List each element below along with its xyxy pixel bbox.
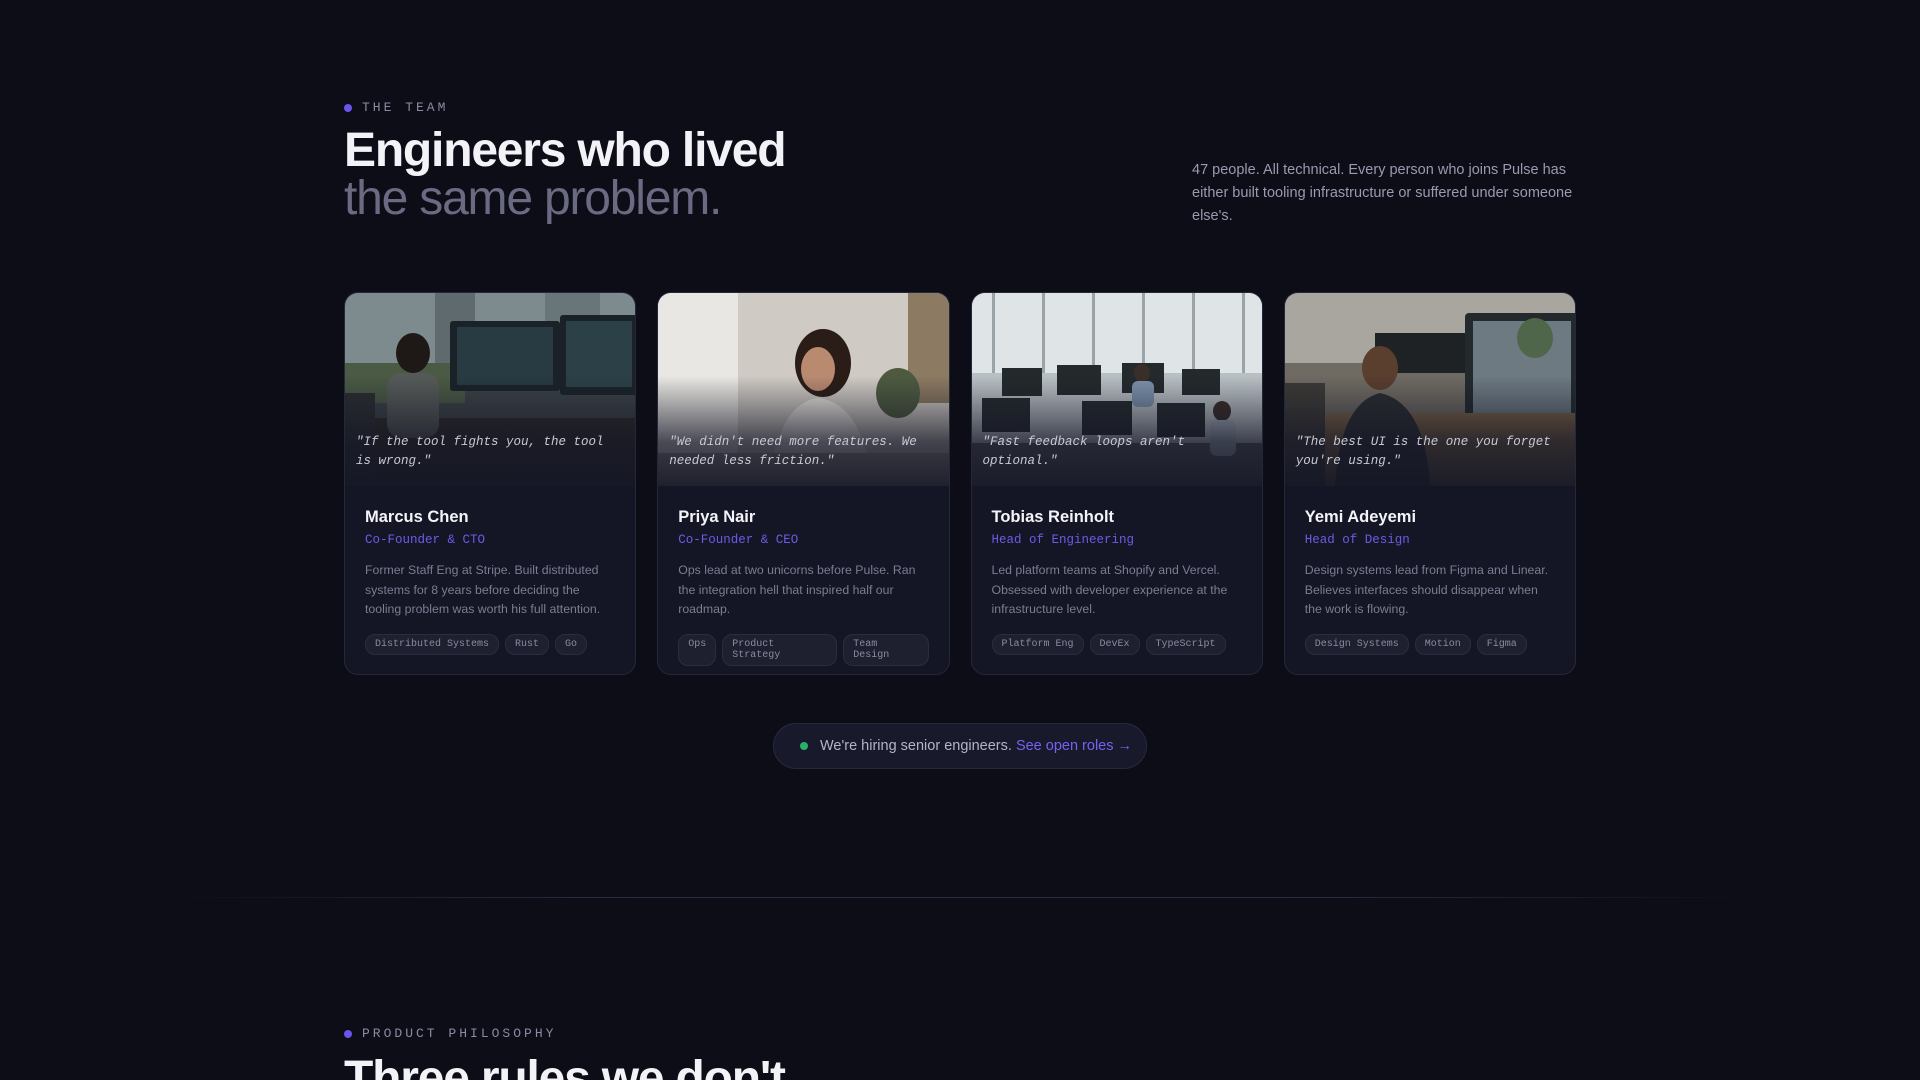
skill-tags: Design Systems Motion Figma <box>1304 634 1555 655</box>
philosophy-section-header: PRODUCT PHILOSOPHY Three rules we don't <box>344 1026 1576 1080</box>
team-member-name: Priya Nair <box>678 508 756 526</box>
skill-tag: Figma <box>1476 634 1527 655</box>
philosophy-eyebrow-label: PRODUCT PHILOSOPHY <box>362 1026 557 1041</box>
team-card-body: Marcus Chen Co-Founder & CTO Former Staf… <box>345 486 635 655</box>
skill-tags: Distributed Systems Rust Go <box>365 634 615 655</box>
skill-tag: Go <box>555 634 588 655</box>
philosophy-eyebrow: PRODUCT PHILOSOPHY <box>344 1026 1576 1041</box>
status-dot-icon <box>800 742 808 750</box>
team-eyebrow-label: THE TEAM <box>362 100 449 115</box>
team-photo: "Fast feedback loops aren't optional." <box>971 293 1262 486</box>
skill-tag: TypeScript <box>1145 634 1226 655</box>
team-card-yemi[interactable]: "The best UI is the one you forget you'r… <box>1283 292 1576 675</box>
skill-tag: Platform Eng <box>991 634 1084 655</box>
philosophy-headline: Three rules we don't <box>344 1052 786 1080</box>
team-member-bio: Former Staff Eng at Stripe. Built distri… <box>365 563 601 616</box>
team-card-marcus[interactable]: "If the tool fights you, the tool is wro… <box>344 292 637 675</box>
team-member-role: Co-Founder & CTO <box>365 533 486 547</box>
team-member-name: Yemi Adeyemi <box>1304 508 1417 526</box>
team-quote: "The best UI is the one you forget you'r… <box>1295 435 1551 468</box>
team-card-priya[interactable]: "We didn't need more features. We needed… <box>657 292 950 675</box>
team-card-body: Tobias Reinholt Head of Engineering Led … <box>972 486 1262 655</box>
team-member-bio: Ops lead at two unicorns before Pulse. R… <box>678 563 916 616</box>
team-card-grid: "If the tool fights you, the tool is wro… <box>344 292 1576 675</box>
skill-tag: DevEx <box>1089 634 1140 655</box>
team-quote: "If the tool fights you, the tool is wro… <box>356 435 604 468</box>
skill-tag: Motion <box>1414 634 1471 655</box>
skill-tag: Distributed Systems <box>365 634 500 655</box>
team-card-body: Priya Nair Co-Founder & CEO Ops lead at … <box>658 486 948 666</box>
eyebrow-dot-icon <box>344 1029 352 1038</box>
team-photo: "We didn't need more features. We needed… <box>658 293 949 486</box>
team-member-name: Marcus Chen <box>365 508 469 526</box>
skill-tag: Ops <box>678 634 717 666</box>
team-quote: "We didn't need more features. We needed… <box>669 435 917 468</box>
skill-tag: Rust <box>505 634 550 655</box>
section-divider <box>160 897 1760 898</box>
open-roles-link[interactable]: See open roles → <box>1016 738 1132 754</box>
hiring-banner: We're hiring senior engineers. See open … <box>773 723 1147 769</box>
skill-tags: Ops Product Strategy Team Design <box>678 634 929 666</box>
team-member-role: Head of Design <box>1304 533 1410 547</box>
skill-tags: Platform Eng DevEx TypeScript <box>991 634 1242 655</box>
team-card-tobias[interactable]: "Fast feedback loops aren't optional." T… <box>970 292 1263 675</box>
team-member-role: Head of Engineering <box>991 533 1135 547</box>
team-intro: 47 people. All technical. Every person w… <box>1192 162 1573 224</box>
team-member-bio: Led platform teams at Shopify and Vercel… <box>991 563 1228 616</box>
team-member-role: Co-Founder & CEO <box>678 533 799 547</box>
team-eyebrow: THE TEAM <box>344 100 1576 115</box>
team-member-name: Tobias Reinholt <box>991 508 1115 526</box>
team-photo: "If the tool fights you, the tool is wro… <box>345 293 636 486</box>
team-photo: "The best UI is the one you forget you'r… <box>1284 293 1575 486</box>
eyebrow-dot-icon <box>344 103 352 112</box>
team-card-body: Yemi Adeyemi Head of Design Design syste… <box>1285 486 1575 655</box>
skill-tag: Product Strategy <box>722 634 838 666</box>
team-quote: "Fast feedback loops aren't optional." <box>982 435 1186 468</box>
skill-tag: Team Design <box>843 634 929 666</box>
hiring-text: We're hiring senior engineers. <box>820 738 1012 754</box>
team-member-bio: Design systems lead from Figma and Linea… <box>1304 563 1549 616</box>
skill-tag: Design Systems <box>1304 634 1409 655</box>
